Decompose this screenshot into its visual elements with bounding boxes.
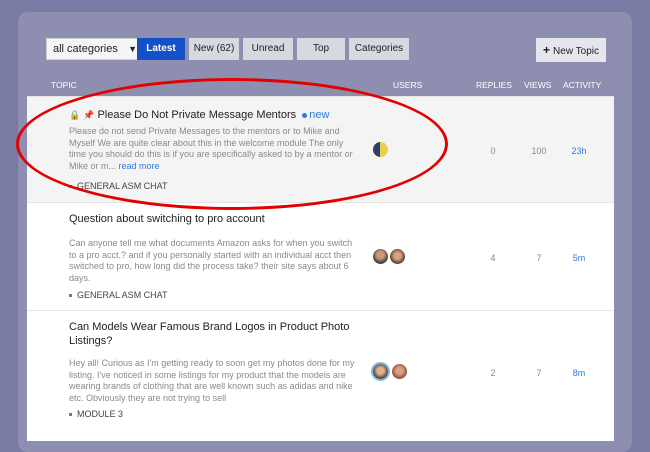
caret-down-icon: ▼ [128,44,137,54]
pin-icon: 📌 [83,110,95,120]
avatar[interactable] [373,142,388,157]
tab-categories[interactable]: Categories [349,38,409,60]
avatar[interactable] [373,364,388,379]
topic-category[interactable]: GENERAL ASM CHAT [69,181,168,191]
topic-replies: 2 [490,368,496,378]
topic-excerpt: Can anyone tell me what documents Amazon… [69,238,353,283]
topic-views: 7 [536,253,542,263]
topic-title[interactable]: Can Models Wear Famous Brand Logos in Pr… [69,320,369,348]
header-activity: ACTIVITY [563,80,602,90]
topic-nav: all categories ▼ Latest New (62) Unread … [18,38,632,62]
lock-icon: 🔒 [69,110,81,120]
topic-category-label: MODULE 3 [77,409,124,419]
topic-title[interactable]: Question about switching to pro account [69,212,265,226]
topic-users [373,142,390,157]
dot-icon [302,112,308,118]
tab-unread[interactable]: Unread [243,38,293,60]
header-users: USERS [393,80,423,90]
topic-title[interactable]: 🔒 📌 Please Do Not Private Message Mentors … [69,108,329,122]
category-select-label: all categories [53,43,118,55]
new-badge-label: new [309,109,330,121]
topic-category[interactable]: MODULE 3 [69,409,123,419]
header-views: VIEWS [524,80,552,90]
read-more-link[interactable]: read more [119,161,160,171]
topic-list-header: TOPIC USERS REPLIES VIEWS ACTIVITY [18,80,632,94]
topic-excerpt: Hey all! Curious as I'm getting ready to… [69,358,355,403]
avatar[interactable] [373,249,388,264]
topic-excerpt: Please do not send Private Messages to t… [69,126,359,172]
topic-users [373,364,409,379]
topic-views: 100 [531,146,547,156]
topic-views: 7 [536,368,542,378]
tab-new[interactable]: New (62) [189,38,239,60]
topic-title-text: Please Do Not Private Message Mentors [97,109,297,121]
avatar[interactable] [390,249,405,264]
topic-activity[interactable]: 23h [566,146,592,156]
category-square-icon [69,185,72,189]
new-topic-label: New Topic [553,46,599,57]
new-topic-button[interactable]: + New Topic [536,38,606,62]
topic-activity[interactable]: 5m [566,253,592,263]
table-row[interactable]: Question about switching to pro account … [27,202,614,311]
table-row[interactable]: Can Models Wear Famous Brand Logos in Pr… [27,310,614,441]
topic-replies: 4 [490,253,496,263]
header-topic: TOPIC [51,80,77,90]
new-badge[interactable]: new [302,109,329,121]
table-row[interactable]: 🔒 📌 Please Do Not Private Message Mentors … [27,96,614,203]
topic-category-label: GENERAL ASM CHAT [77,181,168,191]
avatar[interactable] [392,364,407,379]
topic-replies: 0 [490,146,496,156]
topic-activity[interactable]: 8m [566,368,592,378]
topic-users [373,249,407,264]
tab-top[interactable]: Top [297,38,345,60]
topic-category[interactable]: GENERAL ASM CHAT [69,290,168,300]
category-select[interactable]: all categories ▼ [46,38,144,60]
topic-category-label: GENERAL ASM CHAT [77,290,168,300]
tab-latest[interactable]: Latest [137,38,185,60]
plus-icon: + [543,43,551,57]
category-square-icon [69,413,72,417]
category-square-icon [69,294,72,298]
topic-excerpt-text: Please do not send Private Messages to t… [69,126,353,171]
header-replies: REPLIES [476,80,512,90]
